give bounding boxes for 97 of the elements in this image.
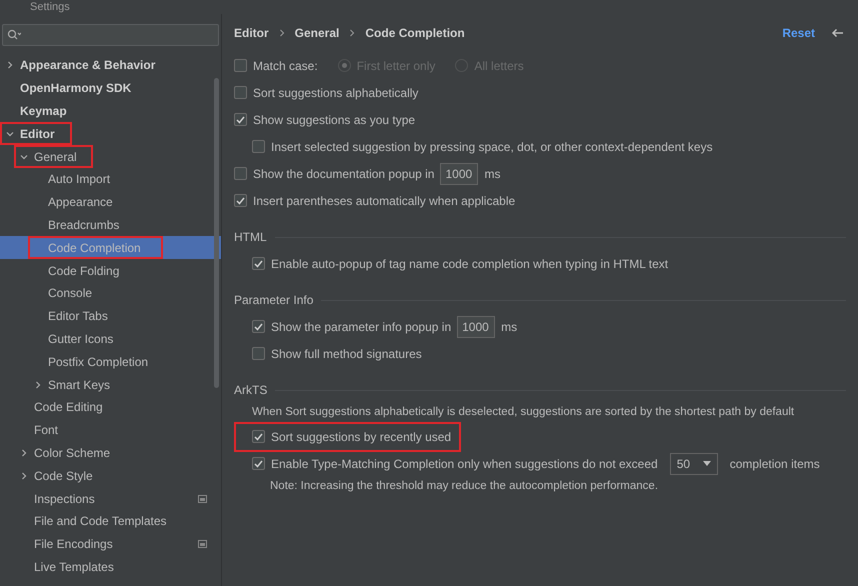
chevron-right-icon[interactable]: [20, 448, 28, 457]
checkbox[interactable]: [252, 430, 265, 443]
tree-item-label: Code Editing: [34, 399, 103, 416]
tree-item[interactable]: Console: [0, 282, 221, 305]
tree-item[interactable]: Code Editing: [0, 396, 221, 419]
unit-label: ms: [484, 166, 500, 182]
scrollbar-thumb[interactable]: [214, 78, 219, 388]
tree-item-label: Code Style: [34, 468, 93, 485]
back-arrow-icon[interactable]: [831, 28, 844, 38]
tree-item-label: Appearance: [48, 194, 113, 212]
checkbox[interactable]: [252, 320, 265, 333]
tree-item-label: Auto Import: [48, 171, 110, 188]
unit-label: completion items: [730, 456, 820, 472]
tree-item[interactable]: File Encodings: [0, 532, 221, 556]
tree-item-label: Code Completion: [48, 240, 141, 257]
tree-item-label: Live Templates: [34, 558, 114, 576]
checkbox-label: Insert parentheses automatically when applicable: [253, 192, 516, 210]
checkbox[interactable]: [252, 347, 265, 360]
breadcrumb-separator-icon: [349, 29, 356, 37]
tree-item-label: Appearance & Behavior: [20, 57, 156, 74]
tree-item[interactable]: Inspections: [0, 487, 221, 510]
tree-item[interactable]: Appearance: [0, 190, 221, 214]
checkbox-label: Enable auto-popup of tag name code completion when typing in HTML text: [271, 256, 668, 272]
reset-link[interactable]: Reset: [782, 24, 815, 42]
section-title: ArkTS: [234, 382, 268, 399]
tree-item[interactable]: Breadcrumbs: [0, 214, 221, 236]
tree-item[interactable]: Gutter Icons: [0, 328, 221, 350]
checkbox-label: Sort suggestions alphabetically: [253, 84, 418, 102]
chevron-right-icon[interactable]: [34, 380, 42, 389]
radio-button[interactable]: [338, 59, 351, 72]
tree-item[interactable]: Editor: [0, 122, 221, 146]
tree-item-label: Gutter Icons: [48, 330, 114, 348]
checkbox-label: Enable Type-Matching Completion only when suggestions do not exceed: [271, 456, 658, 472]
breadcrumb-separator-icon: [278, 29, 285, 37]
hint-text: Note: Increasing the threshold may reduce the autocompletion performance.: [270, 479, 658, 494]
section-title: HTML: [234, 229, 267, 246]
tree-item[interactable]: OpenHarmony SDK: [0, 76, 221, 100]
tree-item-label: Editor: [20, 126, 55, 143]
checkbox[interactable]: [234, 86, 247, 99]
tree-item-label: General: [34, 148, 77, 166]
checkbox[interactable]: [252, 257, 265, 270]
tree-item[interactable]: Postfix Completion: [0, 350, 221, 374]
tree-item-label: Font: [34, 422, 58, 440]
tree-item[interactable]: General: [0, 145, 221, 168]
tree-item-label: Editor Tabs: [48, 308, 108, 326]
checkbox-label: Show full method signatures: [271, 346, 422, 362]
tree-item[interactable]: Editor Tabs: [0, 304, 221, 328]
checkbox-label: Show the parameter info popup in: [271, 318, 452, 336]
tree-item-label: Code Folding: [48, 262, 120, 280]
search-icon: [7, 29, 21, 41]
tree-item[interactable]: Keymap: [0, 100, 221, 122]
checkbox[interactable]: [234, 194, 247, 207]
chevron-right-icon[interactable]: [6, 61, 14, 70]
checkbox[interactable]: [234, 113, 247, 126]
tree-item-label: File and Code Templates: [34, 513, 167, 530]
threshold-dropdown[interactable]: 50: [670, 452, 718, 474]
tree-item-label: Keymap: [20, 102, 67, 120]
checkbox[interactable]: [252, 457, 265, 470]
tree-item-label: Breadcrumbs: [48, 216, 120, 234]
breadcrumb[interactable]: General: [294, 24, 340, 42]
checkbox-label: Show suggestions as you type: [253, 112, 416, 128]
search-field[interactable]: [2, 24, 219, 46]
tree-item-label: Inspections: [34, 490, 95, 508]
number-field[interactable]: 1000: [440, 162, 478, 184]
dropdown-arrow-icon: [702, 461, 711, 466]
tree-item[interactable]: Auto Import: [0, 168, 221, 191]
checkbox-label: Show the documentation popup in: [253, 166, 434, 182]
number-field[interactable]: 1000: [457, 316, 496, 338]
checkbox-label: Insert selected suggestion by pressing space, dot, or other context-dependent keys: [271, 138, 713, 156]
tree-item[interactable]: Code Style: [0, 464, 221, 488]
section-title: Parameter Info: [234, 292, 314, 309]
tree-item[interactable]: Live Templates: [0, 556, 221, 578]
tree-item-label: Color Scheme: [34, 444, 110, 462]
checkbox[interactable]: [234, 167, 247, 180]
tree-item-label: File Encodings: [34, 536, 113, 554]
chevron-down-icon[interactable]: [20, 152, 28, 161]
checkbox-label: Match case:: [253, 58, 318, 74]
chevron-right-icon[interactable]: [20, 472, 28, 480]
checkbox[interactable]: [234, 59, 247, 72]
tree-item-label: Smart Keys: [48, 376, 110, 394]
checkbox[interactable]: [252, 140, 265, 153]
tree-item[interactable]: Smart Keys: [0, 373, 221, 396]
unit-label: ms: [501, 318, 518, 336]
tree-item[interactable]: Font: [0, 418, 221, 442]
window-title: Settings: [30, 1, 70, 13]
tree-item[interactable]: File and Code Templates: [0, 510, 221, 533]
chevron-down-icon[interactable]: [6, 130, 14, 138]
breadcrumb[interactable]: Editor: [234, 24, 269, 42]
tree-item-label: Postfix Completion: [48, 354, 148, 371]
tree-item-label: Console: [48, 285, 92, 302]
breadcrumb[interactable]: Code Completion: [365, 24, 465, 42]
tree-item[interactable]: Appearance & Behavior: [0, 54, 221, 77]
tree-item-label: OpenHarmony SDK: [20, 80, 132, 98]
tree-item[interactable]: Color Scheme: [0, 442, 221, 464]
tree-item[interactable]: Code Folding: [0, 259, 221, 282]
checkbox-label: Sort suggestions by recently used: [271, 428, 452, 446]
hint-text: When Sort suggestions alphabetically is deselected, suggestions are sorted by the shortest path by default: [252, 405, 794, 420]
